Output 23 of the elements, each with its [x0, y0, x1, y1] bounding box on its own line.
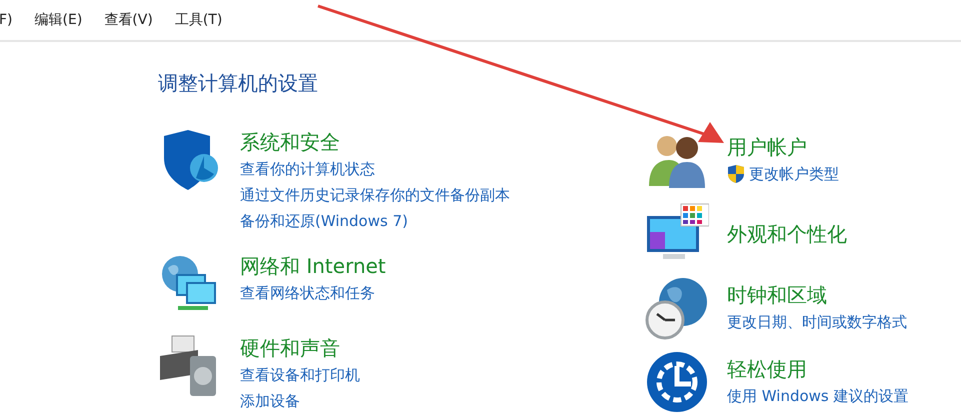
settings-link[interactable]: 使用 Windows 建议的设置: [727, 384, 908, 408]
settings-link[interactable]: 添加设备: [240, 390, 300, 412]
globe-clock-icon: [645, 276, 709, 340]
menu-item[interactable]: 查看(V): [104, 10, 153, 30]
accessibility-clock-icon: [645, 350, 709, 414]
settings-link[interactable]: 查看网络状态和任务: [240, 282, 375, 304]
settings-link[interactable]: 更改日期、时间或数字格式: [727, 310, 907, 334]
category-title[interactable]: 时钟和区域: [727, 281, 907, 309]
category-title[interactable]: 用户帐户: [727, 133, 839, 161]
settings-link[interactable]: 查看设备和打印机: [240, 364, 360, 386]
settings-link[interactable]: 通过文件历史记录保存你的文件备份副本: [240, 184, 510, 206]
menu-item[interactable]: 编辑(E): [34, 10, 82, 30]
menu-item[interactable]: 工具(T): [174, 10, 222, 30]
settings-link[interactable]: 查看你的计算机状态: [240, 158, 375, 180]
page-heading: 调整计算机的设置: [158, 70, 319, 96]
category-title[interactable]: 轻松使用: [727, 355, 908, 383]
category-title[interactable]: 外观和个性化: [727, 220, 847, 248]
settings-link[interactable]: 备份和还原(Windows 7): [240, 210, 408, 232]
settings-link[interactable]: 更改帐户类型: [749, 162, 839, 186]
category-title[interactable]: 网络和 Internet: [240, 252, 386, 280]
category-title[interactable]: 硬件和声音: [240, 334, 360, 362]
category-title[interactable]: 系统和安全: [240, 128, 510, 156]
menu-item[interactable]: F): [0, 10, 13, 30]
